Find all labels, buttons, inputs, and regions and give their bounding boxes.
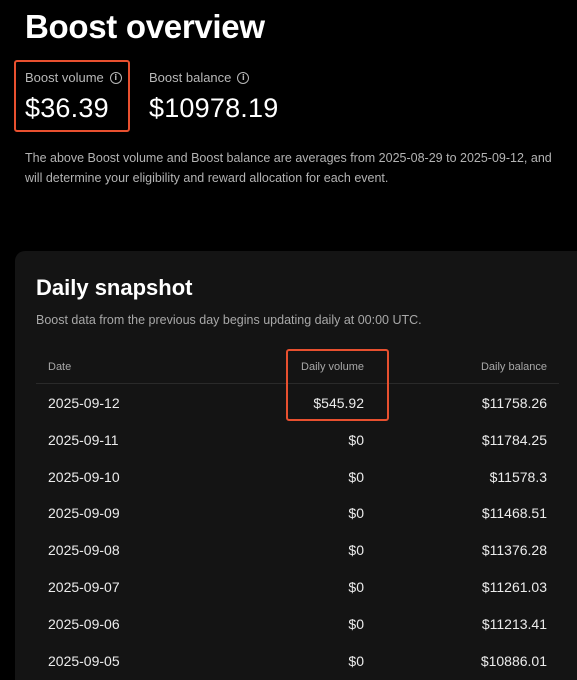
row-balance: $11468.51 (481, 505, 547, 522)
row-volume: $0 (348, 652, 364, 669)
row-date: 2025-09-08 (48, 542, 120, 559)
column-header-date: Date (48, 361, 72, 373)
row-balance: $11578.3 (489, 468, 547, 485)
row-date: 2025-09-10 (48, 468, 120, 485)
row-balance: $11213.41 (481, 615, 547, 632)
table-row: 2025-09-07 $0 $11261.03 (36, 568, 559, 605)
table-row: 2025-09-10 $0 $11578.3 (36, 458, 559, 495)
row-volume: $0 (348, 578, 364, 595)
row-balance: $11261.03 (481, 578, 547, 595)
table-row: 2025-09-11 $0 $11784.25 (36, 421, 559, 458)
boost-overview-page: Boost overview Boost volume i $36.39 Boo… (0, 0, 577, 680)
snapshot-title: Daily snapshot (36, 275, 193, 300)
row-date: 2025-09-05 (48, 652, 120, 669)
boost-balance-stat: Boost balance i $10978.19 (149, 70, 278, 124)
table-row: 2025-09-05 $0 $10886.01 (36, 642, 559, 679)
row-date: 2025-09-11 (48, 431, 119, 448)
row-volume: $0 (348, 468, 364, 485)
row-date: 2025-09-06 (48, 615, 120, 632)
row-date: 2025-09-12 (48, 395, 120, 411)
row-balance: $11784.25 (481, 431, 547, 448)
highlight-box-daily-volume (286, 349, 389, 421)
highlight-box-volume (14, 60, 130, 132)
row-date: 2025-09-07 (48, 578, 120, 595)
averages-note: The above Boost volume and Boost balance… (25, 151, 552, 185)
row-volume: $0 (348, 431, 364, 448)
page-title: Boost overview (25, 8, 265, 45)
boost-balance-label: Boost balance (149, 70, 232, 85)
row-balance: $11376.28 (481, 542, 547, 559)
row-balance: $10886.01 (480, 652, 547, 669)
column-header-balance: Daily balance (480, 361, 547, 373)
info-icon[interactable]: i (237, 71, 250, 84)
boost-balance-value: $10978.19 (149, 93, 279, 123)
row-volume: $0 (348, 542, 364, 559)
table-row: 2025-09-09 $0 $11468.51 (36, 494, 559, 531)
row-volume: $0 (348, 505, 364, 522)
row-date: 2025-09-09 (48, 505, 120, 522)
snapshot-subtitle: Boost data from the previous day begins … (36, 313, 422, 327)
row-balance: $11758.26 (481, 395, 547, 411)
row-volume: $0 (348, 615, 364, 632)
boost-balance-label-row: Boost balance i (149, 70, 278, 85)
table-row: 2025-09-06 $0 $11213.41 (36, 605, 559, 642)
table-row: 2025-09-08 $0 $11376.28 (36, 531, 559, 568)
